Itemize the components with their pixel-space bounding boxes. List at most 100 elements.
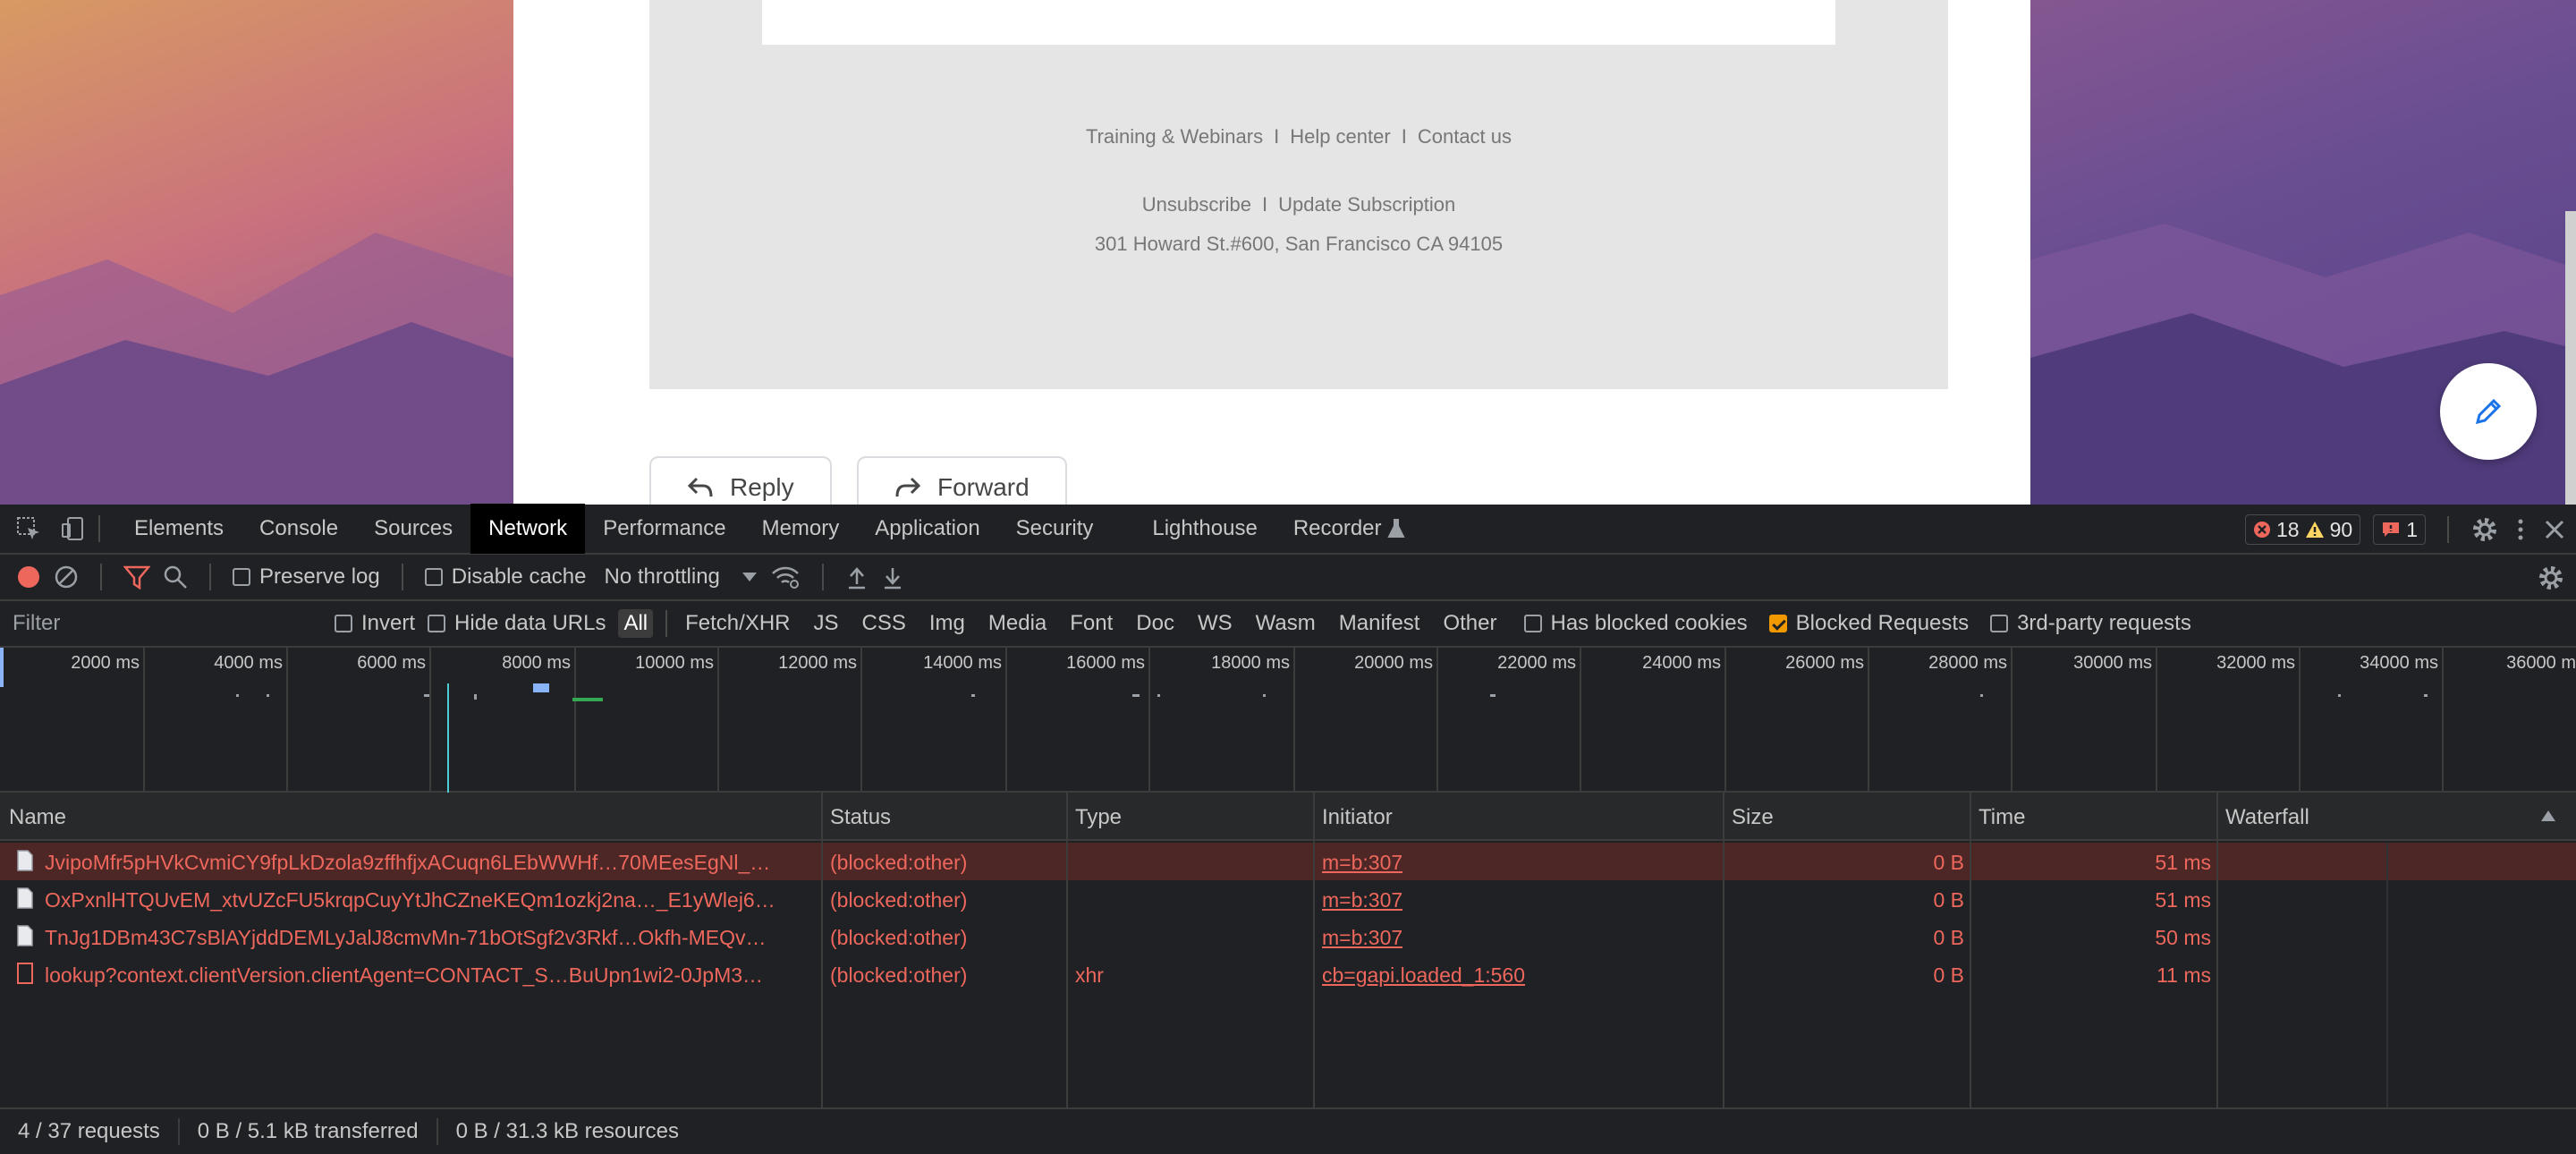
- hide-data-urls-checkbox[interactable]: Hide data URLs: [428, 611, 606, 636]
- table-row[interactable]: lookup?context.clientVersion.clientAgent…: [0, 955, 2576, 993]
- network-overview-timeline[interactable]: 2000 ms 4000 ms 6000 ms 8000 ms 10000 ms…: [0, 648, 2576, 793]
- filter-type-media[interactable]: Media: [983, 609, 1052, 638]
- filter-icon[interactable]: [123, 564, 150, 590]
- tab-security[interactable]: Security: [998, 504, 1112, 554]
- request-initiator-link[interactable]: m=b:307: [1322, 926, 1402, 950]
- unsubscribe-link[interactable]: Unsubscribe: [1142, 193, 1251, 216]
- training-link[interactable]: Training & Webinars: [1086, 125, 1263, 148]
- filter-type-img[interactable]: Img: [924, 609, 970, 638]
- column-divider[interactable]: [821, 793, 823, 1107]
- timeline-gridline: [2299, 648, 2301, 793]
- filter-type-fetch-xhr[interactable]: Fetch/XHR: [680, 609, 795, 638]
- clear-icon[interactable]: [54, 564, 79, 590]
- forward-button[interactable]: Forward: [857, 456, 1067, 505]
- column-divider[interactable]: [1970, 793, 1971, 1107]
- preserve-log-checkbox[interactable]: Preserve log: [233, 564, 380, 590]
- inspect-element-icon[interactable]: [13, 513, 45, 545]
- request-type: xhr: [1075, 963, 1104, 987]
- throttling-select[interactable]: No throttling: [604, 564, 757, 590]
- blocked-requests-checkbox[interactable]: Blocked Requests: [1768, 611, 1969, 636]
- tick-label: 20000 ms: [1354, 653, 1433, 673]
- filter-type-font[interactable]: Font: [1064, 609, 1118, 638]
- column-divider[interactable]: [1313, 793, 1315, 1107]
- filter-type-ws[interactable]: WS: [1192, 609, 1238, 638]
- filter-type-manifest[interactable]: Manifest: [1334, 609, 1426, 638]
- table-row[interactable]: TnJg1DBm43C7sBlAYjddDEMLyJalJ8cmvMn-71bO…: [0, 918, 2576, 955]
- has-blocked-cookies-checkbox[interactable]: Has blocked cookies: [1523, 611, 1748, 636]
- tab-lighthouse[interactable]: Lighthouse: [1134, 504, 1275, 554]
- timeline-gridline: [1868, 648, 1869, 793]
- device-toolbar-icon[interactable]: [57, 513, 89, 545]
- request-initiator-link[interactable]: m=b:307: [1322, 851, 1402, 875]
- invert-label: Invert: [361, 611, 416, 635]
- tab-elements[interactable]: Elements: [116, 504, 242, 554]
- tab-application[interactable]: Application: [857, 504, 997, 554]
- checkbox[interactable]: [233, 568, 250, 586]
- tick-label: 16000 ms: [1066, 653, 1145, 673]
- network-settings-gear-icon[interactable]: [2537, 564, 2565, 592]
- checkbox[interactable]: [424, 568, 443, 586]
- column-status[interactable]: Status: [830, 805, 891, 830]
- issues-count: 1: [2406, 517, 2418, 541]
- reply-button[interactable]: Reply: [649, 456, 832, 505]
- settings-gear-icon[interactable]: [2470, 515, 2499, 544]
- invert-checkbox[interactable]: Invert: [335, 611, 415, 636]
- record-icon[interactable]: [16, 564, 41, 590]
- checkbox-checked[interactable]: [1768, 615, 1787, 632]
- filter-type-css[interactable]: CSS: [857, 609, 911, 638]
- checkbox[interactable]: [1990, 615, 2009, 632]
- sort-ascending-icon[interactable]: [2540, 809, 2556, 823]
- filter-input[interactable]: [7, 607, 299, 641]
- column-size[interactable]: Size: [1732, 805, 1774, 830]
- help-center-link[interactable]: Help center: [1290, 125, 1391, 148]
- filter-type-all[interactable]: All: [618, 609, 654, 638]
- email-scrollbar[interactable]: [2565, 211, 2576, 505]
- request-dot: [2338, 694, 2341, 697]
- column-divider[interactable]: [1066, 793, 1068, 1107]
- search-icon[interactable]: [163, 564, 188, 590]
- document-icon: [17, 925, 33, 946]
- issues-counter[interactable]: 18 90: [2245, 514, 2361, 545]
- timeline-handle[interactable]: [0, 648, 4, 687]
- close-devtools-icon[interactable]: [2542, 517, 2567, 542]
- filter-type-wasm[interactable]: Wasm: [1250, 609, 1321, 638]
- filter-type-other[interactable]: Other: [1437, 609, 1502, 638]
- tick-label: 22000 ms: [1497, 653, 1576, 673]
- third-party-checkbox[interactable]: 3rd-party requests: [1990, 611, 2191, 636]
- column-waterfall[interactable]: Waterfall: [2225, 805, 2309, 830]
- table-row[interactable]: OxPxnlHTQUvEM_xtvUZcFU5krqpCuyYtJhCZneKE…: [0, 880, 2576, 918]
- pencil-icon: [2475, 398, 2502, 425]
- tab-performance[interactable]: Performance: [585, 504, 743, 554]
- tab-console[interactable]: Console: [242, 504, 356, 554]
- tab-memory[interactable]: Memory: [744, 504, 858, 554]
- column-initiator[interactable]: Initiator: [1322, 805, 1393, 830]
- column-name[interactable]: Name: [9, 805, 66, 830]
- checkbox[interactable]: [428, 615, 446, 632]
- issues-badge[interactable]: 1: [2373, 514, 2426, 545]
- export-har-icon[interactable]: [881, 564, 904, 590]
- import-har-icon[interactable]: [845, 564, 869, 590]
- table-row[interactable]: JvipoMfr5pHVkCvmiCY9fpLkDzola9zffhfjxACu…: [0, 843, 2576, 880]
- column-type[interactable]: Type: [1075, 805, 1122, 830]
- tab-sources[interactable]: Sources: [356, 504, 470, 554]
- request-count: 4 / 37 requests: [18, 1118, 180, 1145]
- column-time[interactable]: Time: [1979, 805, 2025, 830]
- filter-type-js[interactable]: JS: [809, 609, 844, 638]
- more-options-icon[interactable]: [2512, 515, 2529, 544]
- request-initiator-link[interactable]: cb=gapi.loaded_1:560: [1322, 963, 1525, 988]
- checkbox[interactable]: [1523, 615, 1542, 632]
- filter-type-doc[interactable]: Doc: [1131, 609, 1180, 638]
- request-initiator-link[interactable]: m=b:307: [1322, 888, 1402, 912]
- compose-button[interactable]: [2440, 363, 2537, 460]
- column-divider[interactable]: [1723, 793, 1724, 1107]
- contact-link[interactable]: Contact us: [1418, 125, 1512, 148]
- tab-recorder[interactable]: Recorder: [1275, 504, 1387, 554]
- reply-label: Reply: [730, 473, 794, 501]
- update-subscription-link[interactable]: Update Subscription: [1278, 193, 1455, 216]
- tab-network[interactable]: Network: [470, 504, 586, 554]
- tick-label: 34000 ms: [2360, 653, 2438, 673]
- disable-cache-checkbox[interactable]: Disable cache: [424, 564, 586, 590]
- network-conditions-icon[interactable]: [770, 564, 801, 590]
- checkbox[interactable]: [335, 615, 352, 632]
- column-divider[interactable]: [2216, 793, 2218, 1107]
